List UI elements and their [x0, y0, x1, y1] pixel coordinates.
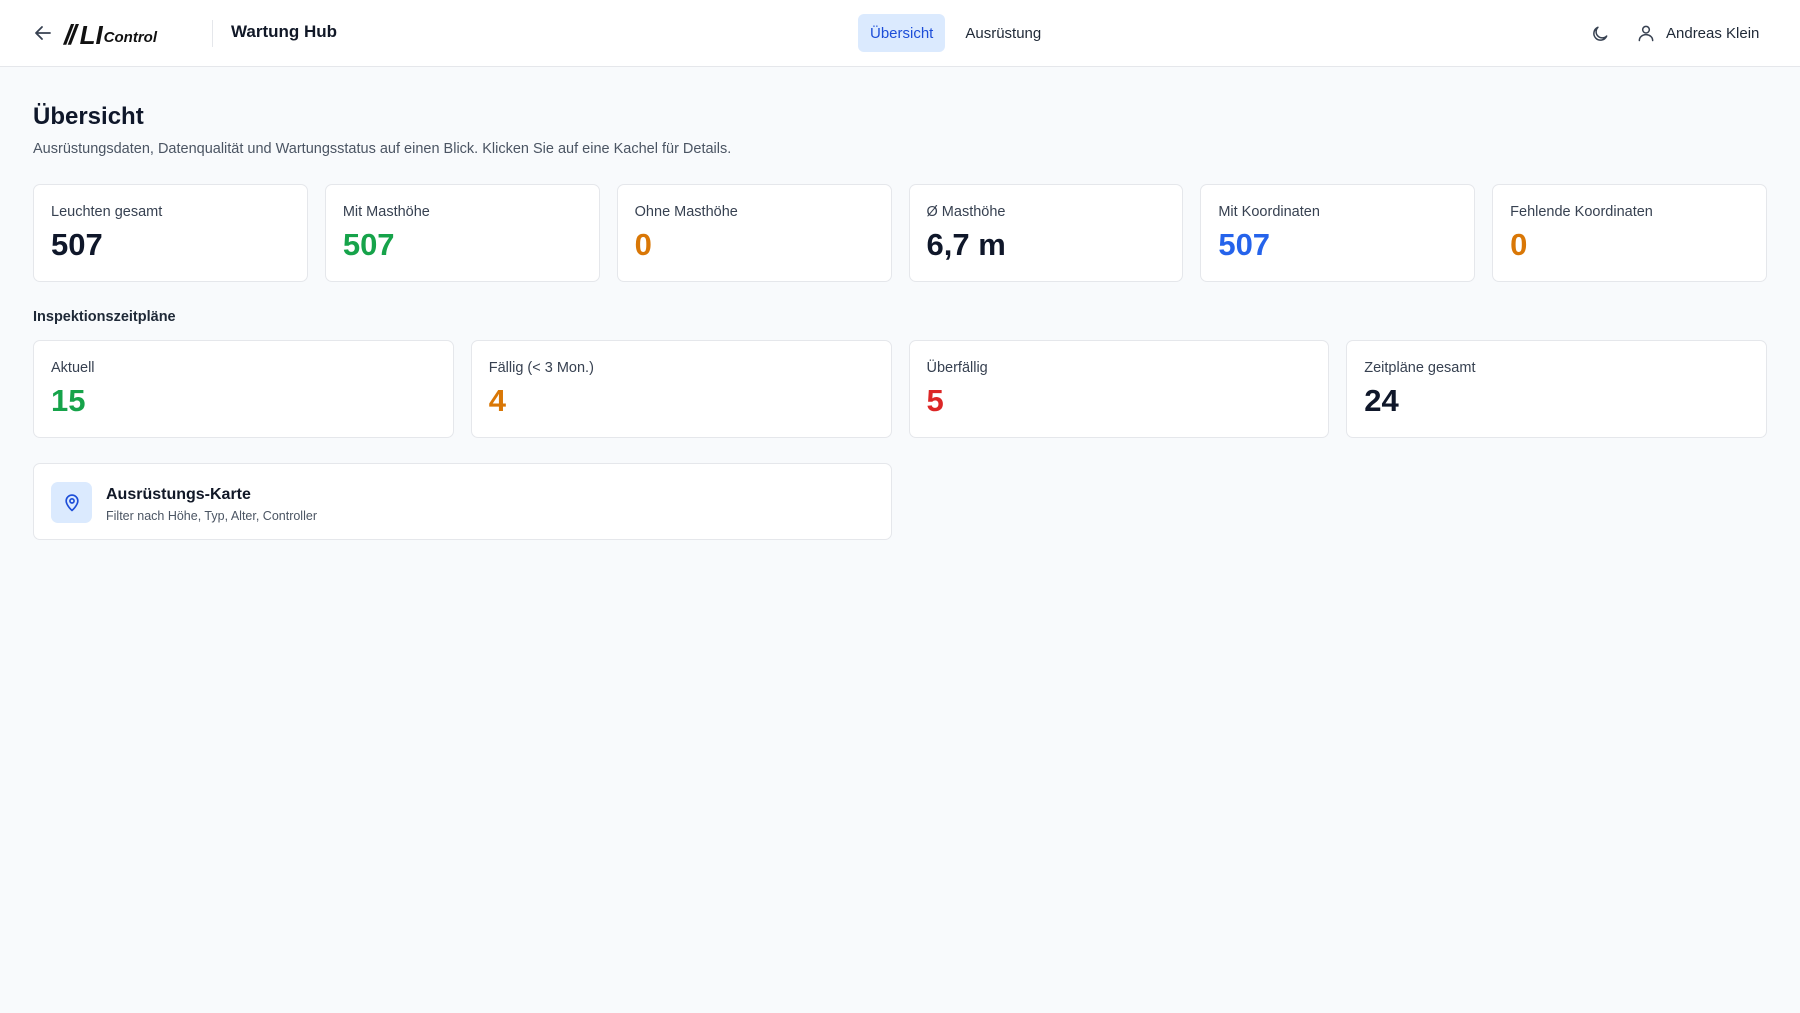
stat-label: Aktuell: [51, 360, 95, 376]
stat-label: Ø Masthöhe: [926, 204, 1006, 220]
main-nav: Übersicht Ausrüstung: [858, 14, 1053, 52]
stat-value: 0: [1510, 227, 1528, 262]
tab-ubersicht[interactable]: Übersicht: [858, 14, 946, 52]
map-icon-box: [51, 482, 92, 523]
stat-card-fehlende-koordinaten[interactable]: Fehlende Koordinaten 0: [1492, 184, 1767, 282]
stat-value: 5: [926, 383, 944, 418]
user-menu[interactable]: Andreas Klein: [1636, 20, 1759, 46]
stat-card-leuchten-gesamt[interactable]: Leuchten gesamt 507: [33, 184, 308, 282]
stat-label: Leuchten gesamt: [51, 204, 163, 220]
inspection-section-label: Inspektionszeitpläne: [33, 309, 176, 325]
map-card-subtitle: Filter nach Höhe, Typ, Alter, Controller: [106, 509, 317, 523]
header-divider: [212, 20, 213, 47]
stat-value: 507: [342, 227, 395, 262]
inspection-stats: Aktuell 15 Fällig (< 3 Mon.) 4 Überfälli…: [33, 340, 1767, 438]
map-pin-icon: [64, 493, 79, 511]
hub-title: Wartung Hub: [231, 22, 338, 41]
stat-card-faellig[interactable]: Fällig (< 3 Mon.) 4: [470, 340, 892, 438]
stat-card-mit-koordinaten[interactable]: Mit Koordinaten 507: [1200, 184, 1476, 282]
arrow-left-icon: [35, 26, 51, 40]
stat-card-zeitplaene-gesamt[interactable]: Zeitpläne gesamt 24: [1346, 340, 1767, 438]
stat-value: 507: [51, 227, 103, 262]
stat-label: Mit Masthöhe: [342, 204, 430, 220]
back-button[interactable]: [30, 20, 56, 46]
stat-label: Überfällig: [926, 360, 988, 376]
stat-value: 15: [51, 383, 86, 418]
theme-toggle-button[interactable]: [1588, 22, 1612, 46]
stat-card-ueberfaellig[interactable]: Überfällig 5: [908, 340, 1330, 438]
stat-label: Ohne Masthöhe: [634, 204, 738, 220]
stat-value: 0: [634, 227, 652, 262]
stat-card-durchschnitt-masthoehe[interactable]: Ø Masthöhe 6,7 m: [908, 184, 1184, 282]
user-name: Andreas Klein: [1666, 24, 1760, 42]
logo-suffix: Control: [103, 29, 157, 46]
user-icon: [1638, 25, 1654, 42]
logo-mark: LI: [79, 20, 103, 50]
stat-label: Zeitpläne gesamt: [1364, 360, 1476, 376]
stat-label: Mit Koordinaten: [1218, 204, 1320, 220]
stat-label: Fällig (< 3 Mon.): [488, 360, 594, 376]
logo-slash: //: [64, 19, 76, 50]
stat-value: 4: [488, 383, 506, 418]
stat-label: Fehlende Koordinaten: [1510, 204, 1653, 220]
page-title: Übersicht: [33, 103, 144, 130]
stat-value: 6,7 m: [926, 227, 1006, 262]
app-logo[interactable]: // LI Control: [64, 16, 157, 51]
stat-value: 507: [1218, 227, 1271, 262]
equipment-map-card[interactable]: Ausrüstungs-Karte Filter nach Höhe, Typ,…: [33, 463, 892, 540]
stat-card-ohne-masthoehe[interactable]: Ohne Masthöhe 0: [616, 184, 892, 282]
app-header: // LI Control Wartung Hub Übersicht Ausr…: [0, 0, 1800, 67]
tab-ausrustung[interactable]: Ausrüstung: [953, 14, 1053, 52]
stat-value: 24: [1364, 383, 1399, 418]
stat-card-aktuell[interactable]: Aktuell 15: [33, 340, 454, 438]
page-subtitle: Ausrüstungsdaten, Datenqualität und Wart…: [33, 141, 732, 157]
stat-card-mit-masthoehe[interactable]: Mit Masthöhe 507: [324, 184, 600, 282]
map-card-title: Ausrüstungs-Karte: [106, 486, 251, 503]
moon-icon: [1593, 26, 1608, 41]
equipment-stats: Leuchten gesamt 507 Mit Masthöhe 507 Ohn…: [33, 184, 1767, 282]
